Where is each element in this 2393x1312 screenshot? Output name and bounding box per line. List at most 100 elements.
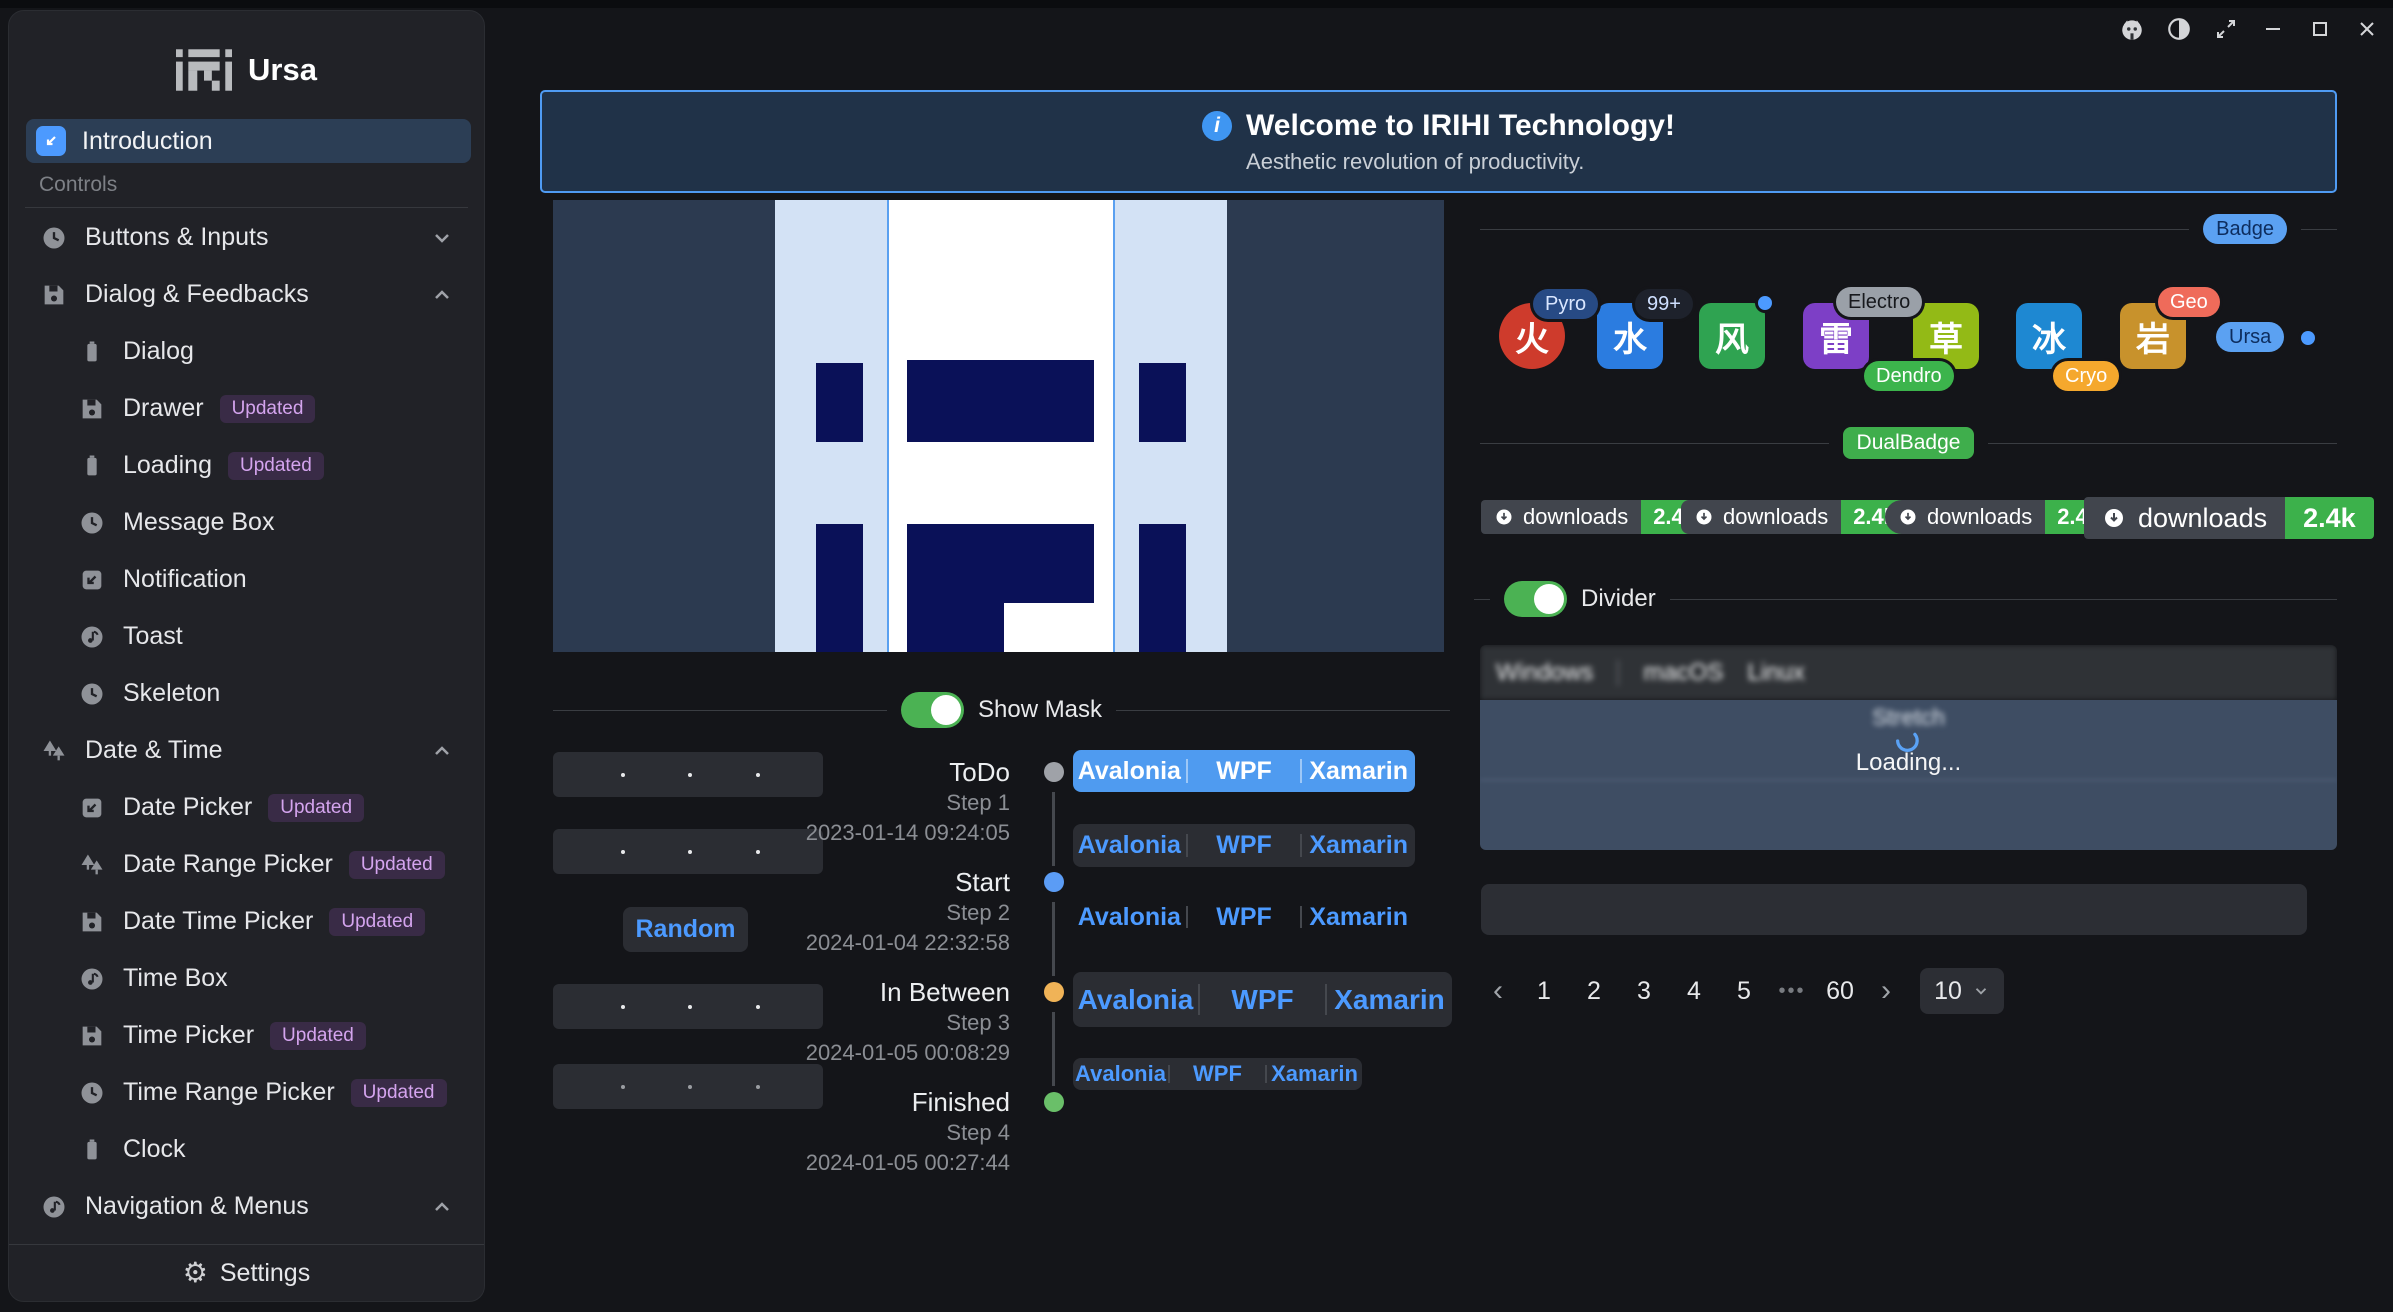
sidebar-item-skeleton[interactable]: Skeleton (21, 665, 472, 722)
sidebar-item-notification[interactable]: Notification (21, 551, 472, 608)
timeline-entry: ToDo Step 1 2023-01-14 09:24:05 (640, 756, 1010, 848)
group-button[interactable]: WPF (1170, 1061, 1265, 1087)
sidebar-item-time-picker[interactable]: Time Picker Updated (21, 1007, 472, 1064)
ursa-logo-icon (176, 49, 232, 91)
page-prev-button[interactable]: ‹ (1480, 968, 1516, 1014)
timeline-entry: Start Step 2 2024-01-04 22:32:58 (640, 866, 1010, 958)
timeline-dot (1044, 982, 1064, 1002)
sidebar-item-date-time-picker[interactable]: Date Time Picker Updated (21, 893, 472, 950)
download-icon (1494, 507, 1514, 527)
sidebar-item-time-box[interactable]: Time Box (21, 950, 472, 1007)
empty-input[interactable] (1481, 884, 2307, 935)
sidebar-item-clock[interactable]: Clock (21, 1121, 472, 1178)
app-logo: Ursa (9, 49, 484, 91)
sidebar-item-date-picker[interactable]: Date Picker Updated (21, 779, 472, 836)
github-icon[interactable] (2119, 16, 2145, 42)
page-ellipsis[interactable]: ••• (1772, 968, 1812, 1014)
sidebar-item-time-range-picker[interactable]: Time Range Picker Updated (21, 1064, 472, 1121)
page-next-button[interactable]: › (1868, 968, 1904, 1014)
save-icon (39, 280, 69, 310)
timeline-dot (1044, 762, 1064, 782)
updated-badge: Updated (270, 1022, 366, 1050)
music-note-icon (77, 964, 107, 994)
downloads-badge: downloads 2.4k (1885, 500, 2112, 534)
sidebar-nav: Buttons & Inputs Dialog & Feedbacks Dial… (21, 209, 472, 1234)
group-button[interactable]: WPF (1188, 903, 1301, 932)
info-icon: i (1202, 111, 1232, 141)
maximize-icon[interactable] (2307, 16, 2333, 42)
splitter-line[interactable] (1113, 200, 1115, 652)
clock-icon (77, 679, 107, 709)
page-button[interactable]: 5 (1722, 968, 1766, 1014)
chevron-up-icon (430, 283, 454, 307)
clock-icon (39, 223, 69, 253)
element-tile-dendro: 草 (1913, 303, 1979, 369)
sidebar-item-loading[interactable]: Loading Updated (21, 437, 472, 494)
button-group-large: Avalonia WPF Xamarin (1073, 972, 1452, 1027)
updated-badge: Updated (228, 452, 324, 480)
sidebar-item-drawer[interactable]: Drawer Updated (21, 380, 472, 437)
group-button[interactable]: Xamarin (1302, 831, 1415, 860)
splitter-line[interactable] (887, 200, 889, 652)
group-button[interactable]: Avalonia (1073, 757, 1186, 786)
clock-icon (77, 508, 107, 538)
group-button[interactable]: Avalonia (1073, 984, 1198, 1016)
group-button[interactable]: Xamarin (1302, 757, 1415, 786)
sidebar-item-date-range-picker[interactable]: Date Range Picker Updated (21, 836, 472, 893)
group-button[interactable]: Avalonia (1073, 831, 1186, 860)
page-button[interactable]: 2 (1572, 968, 1616, 1014)
badge-geo: Geo (2158, 287, 2220, 317)
page-button[interactable]: 4 (1672, 968, 1716, 1014)
group-button[interactable]: Xamarin (1327, 984, 1452, 1016)
group-button[interactable]: Xamarin (1267, 1061, 1362, 1087)
settings-button[interactable]: ⚙ Settings (9, 1244, 484, 1301)
sidebar-item-toast[interactable]: Toast (21, 608, 472, 665)
page-button-last[interactable]: 60 (1818, 968, 1862, 1014)
theme-toggle-icon[interactable] (2166, 16, 2192, 42)
tab-windows[interactable]: Windows (1496, 659, 1593, 687)
chevron-down-icon (430, 226, 454, 250)
tab-linux[interactable]: Linux (1747, 659, 1804, 687)
group-button[interactable]: WPF (1200, 984, 1325, 1016)
download-icon (1898, 507, 1918, 527)
button-group-borderless: Avalonia WPF Xamarin (1073, 897, 1415, 937)
badge-cryo: Cryo (2053, 361, 2119, 391)
trees-icon (77, 850, 107, 880)
badge-lone-dot (2301, 331, 2315, 345)
sidebar-item-navigation-menus[interactable]: Navigation & Menus (21, 1178, 472, 1234)
minimize-icon[interactable] (2260, 16, 2286, 42)
sidebar-item-introduction[interactable]: Introduction (26, 119, 471, 163)
badge-count: 99+ (1635, 289, 1693, 319)
page-button[interactable]: 3 (1622, 968, 1666, 1014)
app-title: Ursa (248, 52, 317, 88)
button-group-small: Avalonia WPF Xamarin (1073, 1058, 1362, 1090)
badge-dendro: Dendro (1864, 361, 1954, 391)
fullscreen-icon[interactable] (2213, 16, 2239, 42)
page-button[interactable]: 1 (1522, 968, 1566, 1014)
loading-container: Windows macOS Linux Stretch Loading... (1480, 645, 2337, 850)
updated-badge: Updated (349, 851, 445, 879)
close-icon[interactable] (2354, 16, 2380, 42)
group-button[interactable]: Avalonia (1073, 1061, 1168, 1087)
element-tile-anemo: 风 (1699, 303, 1765, 369)
group-button[interactable]: Xamarin (1302, 903, 1415, 932)
sidebar-item-message-box[interactable]: Message Box (21, 494, 472, 551)
arrow-square-icon (36, 126, 66, 156)
group-button[interactable]: Avalonia (1073, 903, 1186, 932)
sidebar-item-date-time[interactable]: Date & Time (21, 722, 472, 779)
chevron-down-icon (1972, 982, 1990, 1000)
group-button[interactable]: WPF (1188, 831, 1301, 860)
divider-toggle[interactable] (1504, 581, 1567, 617)
timeline-connector (1052, 792, 1055, 866)
loading-tabs: Windows macOS Linux (1480, 645, 2337, 700)
tab-macos[interactable]: macOS (1643, 659, 1723, 687)
group-button[interactable]: WPF (1188, 757, 1301, 786)
button-group-dark: Avalonia WPF Xamarin (1073, 824, 1415, 867)
downloads-badge: downloads 2.4k (1681, 500, 1908, 534)
updated-badge: Updated (220, 395, 316, 423)
sidebar-item-buttons-inputs[interactable]: Buttons & Inputs (21, 209, 472, 266)
sidebar-item-dialog[interactable]: Dialog (21, 323, 472, 380)
sidebar-item-dialog-feedbacks[interactable]: Dialog & Feedbacks (21, 266, 472, 323)
show-mask-toggle[interactable] (901, 692, 964, 728)
page-size-select[interactable]: 10 (1920, 968, 2004, 1014)
